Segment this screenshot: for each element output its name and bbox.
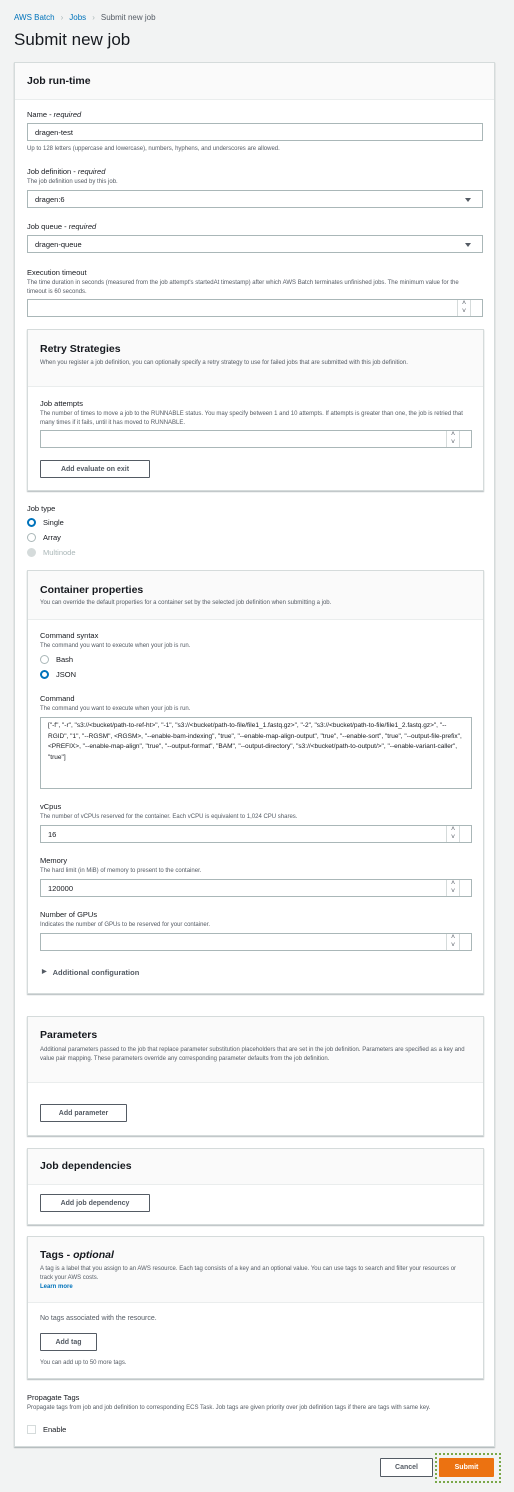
panel-header: Tags - optional A tag is a label that yo… xyxy=(28,1237,483,1303)
gpus-input[interactable]: ˄ ˅ xyxy=(40,933,472,951)
panel-desc: You can override the default properties … xyxy=(40,600,332,606)
name-help: Up to 128 letters (uppercase and lowerca… xyxy=(27,146,280,152)
spinner-icon[interactable]: ˄ ˅ xyxy=(446,880,460,896)
radio-label: Single xyxy=(43,518,64,527)
memory-label: Memory xyxy=(40,856,68,865)
job-definition-select[interactable]: dragen:6 xyxy=(27,190,483,208)
radio-label: Multinode xyxy=(43,548,76,557)
panel-desc: When you register a job definition, you … xyxy=(40,360,408,366)
retry-strategies-panel: Retry Strategies When you register a job… xyxy=(27,329,484,491)
radio-label: Array xyxy=(43,533,61,542)
job-type-array-radio[interactable]: Array xyxy=(27,533,61,542)
enable-propagate-checkbox[interactable]: Enable xyxy=(27,1425,66,1434)
panel-header: Job dependencies xyxy=(28,1149,483,1185)
spinner-icon[interactable]: ˄ ˅ xyxy=(446,934,460,950)
learn-more-link[interactable]: Learn more xyxy=(40,1283,73,1292)
panel-desc: Additional parameters passed to the job … xyxy=(40,1047,465,1062)
breadcrumb-aws-batch[interactable]: AWS Batch xyxy=(14,13,55,22)
panel-title: Retry Strategies xyxy=(40,343,121,355)
chevron-right-icon: › xyxy=(92,13,95,22)
job-attempts-desc: The number of times to move a job to the… xyxy=(40,411,463,426)
tags-limit-text: You can add up to 50 more tags. xyxy=(40,1360,127,1366)
command-syntax-desc: The command you want to execute when you… xyxy=(40,643,191,649)
syntax-json-radio[interactable]: JSON xyxy=(40,670,76,679)
radio-disabled-icon xyxy=(27,548,36,557)
checkbox-label: Enable xyxy=(43,1425,67,1434)
radio-icon xyxy=(27,533,36,542)
job-runtime-card: Job run-time Name - required dragen-test… xyxy=(14,62,495,1447)
breadcrumb-current: Submit new job xyxy=(100,13,156,22)
name-input[interactable]: dragen-test xyxy=(27,123,483,141)
section-title: Job run-time xyxy=(27,75,91,87)
parameters-panel: Parameters Additional parameters passed … xyxy=(27,1016,484,1136)
job-type-single-radio[interactable]: Single xyxy=(27,518,64,527)
additional-configuration-toggle[interactable]: ▶ Additional configuration xyxy=(42,968,139,977)
add-tag-button[interactable]: Add tag xyxy=(40,1333,97,1351)
chevron-right-icon: › xyxy=(60,13,64,22)
job-attempts-label: Job attempts xyxy=(40,399,83,408)
memory-desc: The hard limit (in MiB) of memory to pre… xyxy=(40,868,202,874)
toggle-label: Additional configuration xyxy=(52,968,140,977)
command-syntax-label: Command syntax xyxy=(40,631,99,640)
gpus-label: Number of GPUs xyxy=(40,910,98,919)
panel-title: Tags - optional xyxy=(40,1249,114,1261)
spinner-icon[interactable]: ˄ ˅ xyxy=(446,431,460,447)
gpus-desc: Indicates the number of GPUs to be reser… xyxy=(40,922,211,928)
tags-panel: Tags - optional A tag is a label that yo… xyxy=(27,1236,484,1379)
breadcrumb-jobs[interactable]: Jobs xyxy=(69,13,86,22)
job-type-label: Job type xyxy=(27,504,56,513)
card-header: Job run-time xyxy=(15,63,494,100)
add-evaluate-on-exit-button[interactable]: Add evaluate on exit xyxy=(40,460,150,478)
vcpus-input[interactable]: 16 ˄ ˅ xyxy=(40,825,472,843)
memory-input[interactable]: 120000 ˄ ˅ xyxy=(40,879,472,897)
command-desc: The command you want to execute when you… xyxy=(40,706,191,712)
add-parameter-button[interactable]: Add parameter xyxy=(40,1104,127,1122)
job-definition-label: Job definition - required xyxy=(27,167,106,176)
propagate-tags-label: Propagate Tags xyxy=(27,1393,80,1402)
panel-title: Job dependencies xyxy=(40,1160,132,1172)
submit-button[interactable]: Submit xyxy=(439,1458,494,1477)
breadcrumb: AWS Batch › Jobs › Submit new job xyxy=(14,13,156,22)
job-queue-select[interactable]: dragen-queue xyxy=(27,235,483,253)
propagate-tags-desc: Propagate tags from job and job definiti… xyxy=(27,1405,431,1411)
job-definition-desc: The job definition used by this job. xyxy=(27,179,118,185)
execution-timeout-desc: The time duration in seconds (measured f… xyxy=(27,280,459,295)
radio-selected-icon xyxy=(27,518,36,527)
radio-selected-icon xyxy=(40,670,49,679)
command-label: Command xyxy=(40,694,75,703)
panel-title: Parameters xyxy=(40,1029,98,1041)
panel-header: Container properties You can override th… xyxy=(28,571,483,620)
cancel-button[interactable]: Cancel xyxy=(380,1458,433,1477)
spinner-icon[interactable]: ˄ ˅ xyxy=(446,826,460,842)
panel-desc: A tag is a label that you assign to an A… xyxy=(40,1266,457,1281)
panel-header: Parameters Additional parameters passed … xyxy=(28,1017,483,1083)
no-tags-text: No tags associated with the resource. xyxy=(40,1315,157,1322)
execution-timeout-label: Execution timeout xyxy=(27,268,87,277)
vcpus-label: vCpus xyxy=(40,802,62,811)
radio-icon xyxy=(40,655,49,664)
syntax-bash-radio[interactable]: Bash xyxy=(40,655,73,664)
job-attempts-input[interactable]: ˄ ˅ xyxy=(40,430,472,448)
name-label: Name - required xyxy=(27,110,82,119)
job-queue-label: Job queue - required xyxy=(27,222,97,231)
spinner-icon[interactable]: ˄ ˅ xyxy=(457,300,471,316)
caret-right-icon: ▶ xyxy=(42,969,47,975)
radio-label: JSON xyxy=(56,670,77,679)
panel-header: Retry Strategies When you register a job… xyxy=(28,330,483,387)
vcpus-desc: The number of vCPUs reserved for the con… xyxy=(40,814,298,820)
panel-title: Container properties xyxy=(40,584,144,596)
checkbox-icon xyxy=(27,1425,36,1434)
execution-timeout-input[interactable]: ˄ ˅ xyxy=(27,299,483,317)
job-dependencies-panel: Job dependencies Add job dependency xyxy=(27,1148,484,1225)
job-type-multinode-radio: Multinode xyxy=(27,548,76,557)
container-properties-panel: Container properties You can override th… xyxy=(27,570,484,994)
radio-label: Bash xyxy=(56,655,74,664)
page-title: Submit new job xyxy=(14,30,131,49)
command-textarea[interactable]: ["-f", "-r", "s3://<bucket/path-to-ref-h… xyxy=(40,717,472,789)
add-job-dependency-button[interactable]: Add job dependency xyxy=(40,1194,150,1212)
